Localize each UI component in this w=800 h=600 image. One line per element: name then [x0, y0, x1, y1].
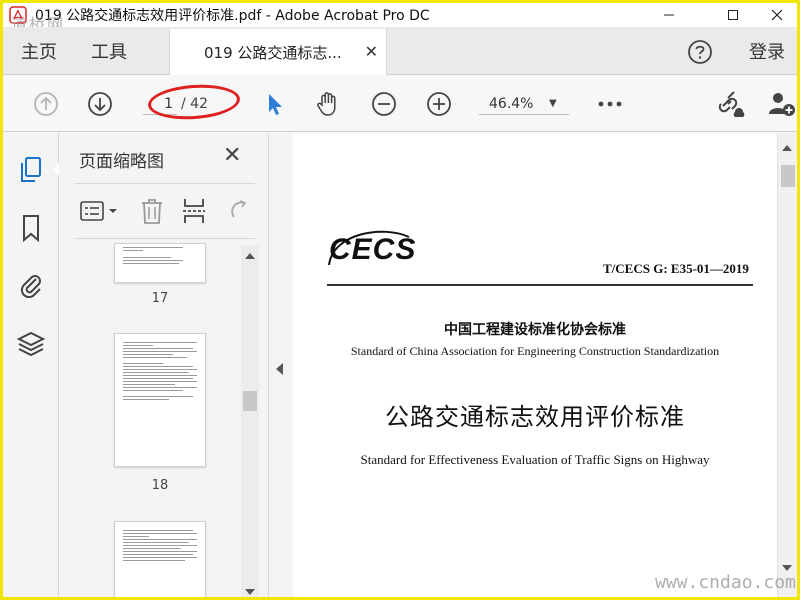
window-title: 019 公路交通标志效用评价标准.pdf - Adobe Acrobat Pro… [35, 8, 430, 24]
tab-home[interactable]: 主页 [21, 27, 57, 75]
close-tab-icon[interactable]: ✕ [365, 42, 378, 61]
document-scrollbar[interactable] [777, 133, 797, 597]
minimize-button[interactable] [649, 3, 689, 27]
help-icon[interactable] [687, 39, 713, 65]
hand-tool-icon[interactable] [313, 89, 343, 119]
toolbar: 1 / 42 46.4% ▼ [3, 75, 797, 132]
scroll-down-icon[interactable] [782, 565, 792, 571]
thumbnail-page-number: 17 [151, 291, 169, 306]
delete-icon[interactable] [137, 196, 167, 226]
association-name-en: Standard of China Association for Engine… [350, 344, 720, 358]
tab-tools[interactable]: 工具 [91, 27, 127, 75]
tab-row: 主页 工具 019 公路交通标志... ✕ 登录 [3, 27, 797, 75]
scroll-down-icon[interactable] [245, 589, 255, 595]
left-sidebar-rail [3, 133, 60, 597]
thumbnails-panel: 页面缩略图 ✕ 17 18 [59, 133, 269, 597]
document-page[interactable]: CECS T/CECS G: E35-01—2019 中国工程建设标准化协会标准… [293, 133, 777, 597]
panel-title: 页面缩略图 [79, 152, 164, 172]
collapse-left-icon[interactable] [276, 363, 283, 375]
thumbnail-page-18[interactable] [114, 333, 206, 467]
cecs-logo-arc [328, 230, 410, 266]
bookmark-icon[interactable] [16, 213, 46, 243]
app-window: 019 公路交通标志效用评价标准.pdf - Adobe Acrobat Pro… [0, 0, 800, 600]
thumbnail-page-17[interactable] [114, 243, 206, 283]
layers-icon[interactable] [16, 329, 46, 359]
next-page-icon[interactable] [85, 89, 115, 119]
standard-code: T/CECS G: E35-01—2019 [603, 261, 749, 276]
tab-document[interactable]: 019 公路交通标志... ✕ [169, 29, 387, 75]
document-title-en: Standard for Effectiveness Evaluation of… [360, 452, 710, 467]
scrollbar-thumb[interactable] [781, 165, 795, 187]
close-panel-icon[interactable]: ✕ [223, 143, 241, 168]
scroll-up-icon[interactable] [782, 145, 792, 151]
panel-collapse-handle[interactable] [269, 133, 293, 597]
thumbnail-toolbar [75, 183, 255, 239]
close-window-button[interactable] [757, 3, 797, 27]
zoom-in-icon[interactable] [424, 89, 454, 119]
document-tab-label: 019 公路交通标志... [204, 43, 342, 62]
chevron-down-icon[interactable]: ▼ [549, 93, 557, 115]
maximize-button[interactable] [713, 3, 753, 27]
page-thumbnails-icon[interactable] [16, 155, 46, 185]
login-button[interactable]: 登录 [749, 27, 785, 75]
scroll-up-icon[interactable] [245, 253, 255, 259]
select-arrow-icon[interactable] [259, 89, 289, 119]
thumbnail-page-number: 18 [151, 478, 169, 493]
rotate-icon[interactable] [225, 196, 253, 226]
attachment-icon[interactable] [16, 269, 46, 299]
share-link-icon[interactable] [717, 89, 747, 119]
insert-pages-icon[interactable] [179, 196, 209, 226]
watermark-url: www.cndao.com [655, 572, 796, 593]
header-rule [327, 284, 753, 286]
more-icon[interactable] [595, 89, 625, 119]
prev-page-icon[interactable] [31, 89, 61, 119]
document-title-cn: 公路交通标志效用评价标准 [385, 403, 685, 431]
title-bar: 019 公路交通标志效用评价标准.pdf - Adobe Acrobat Pro… [3, 3, 797, 27]
thumbnails-scrollbar[interactable] [241, 245, 259, 597]
options-menu-icon[interactable] [79, 196, 119, 226]
scrollbar-thumb[interactable] [243, 391, 257, 411]
add-user-icon[interactable] [767, 89, 797, 119]
thumbnail-page-19[interactable] [114, 521, 206, 597]
zoom-out-icon[interactable] [369, 89, 399, 119]
association-name-cn: 中国工程建设标准化协会标准 [444, 322, 626, 338]
